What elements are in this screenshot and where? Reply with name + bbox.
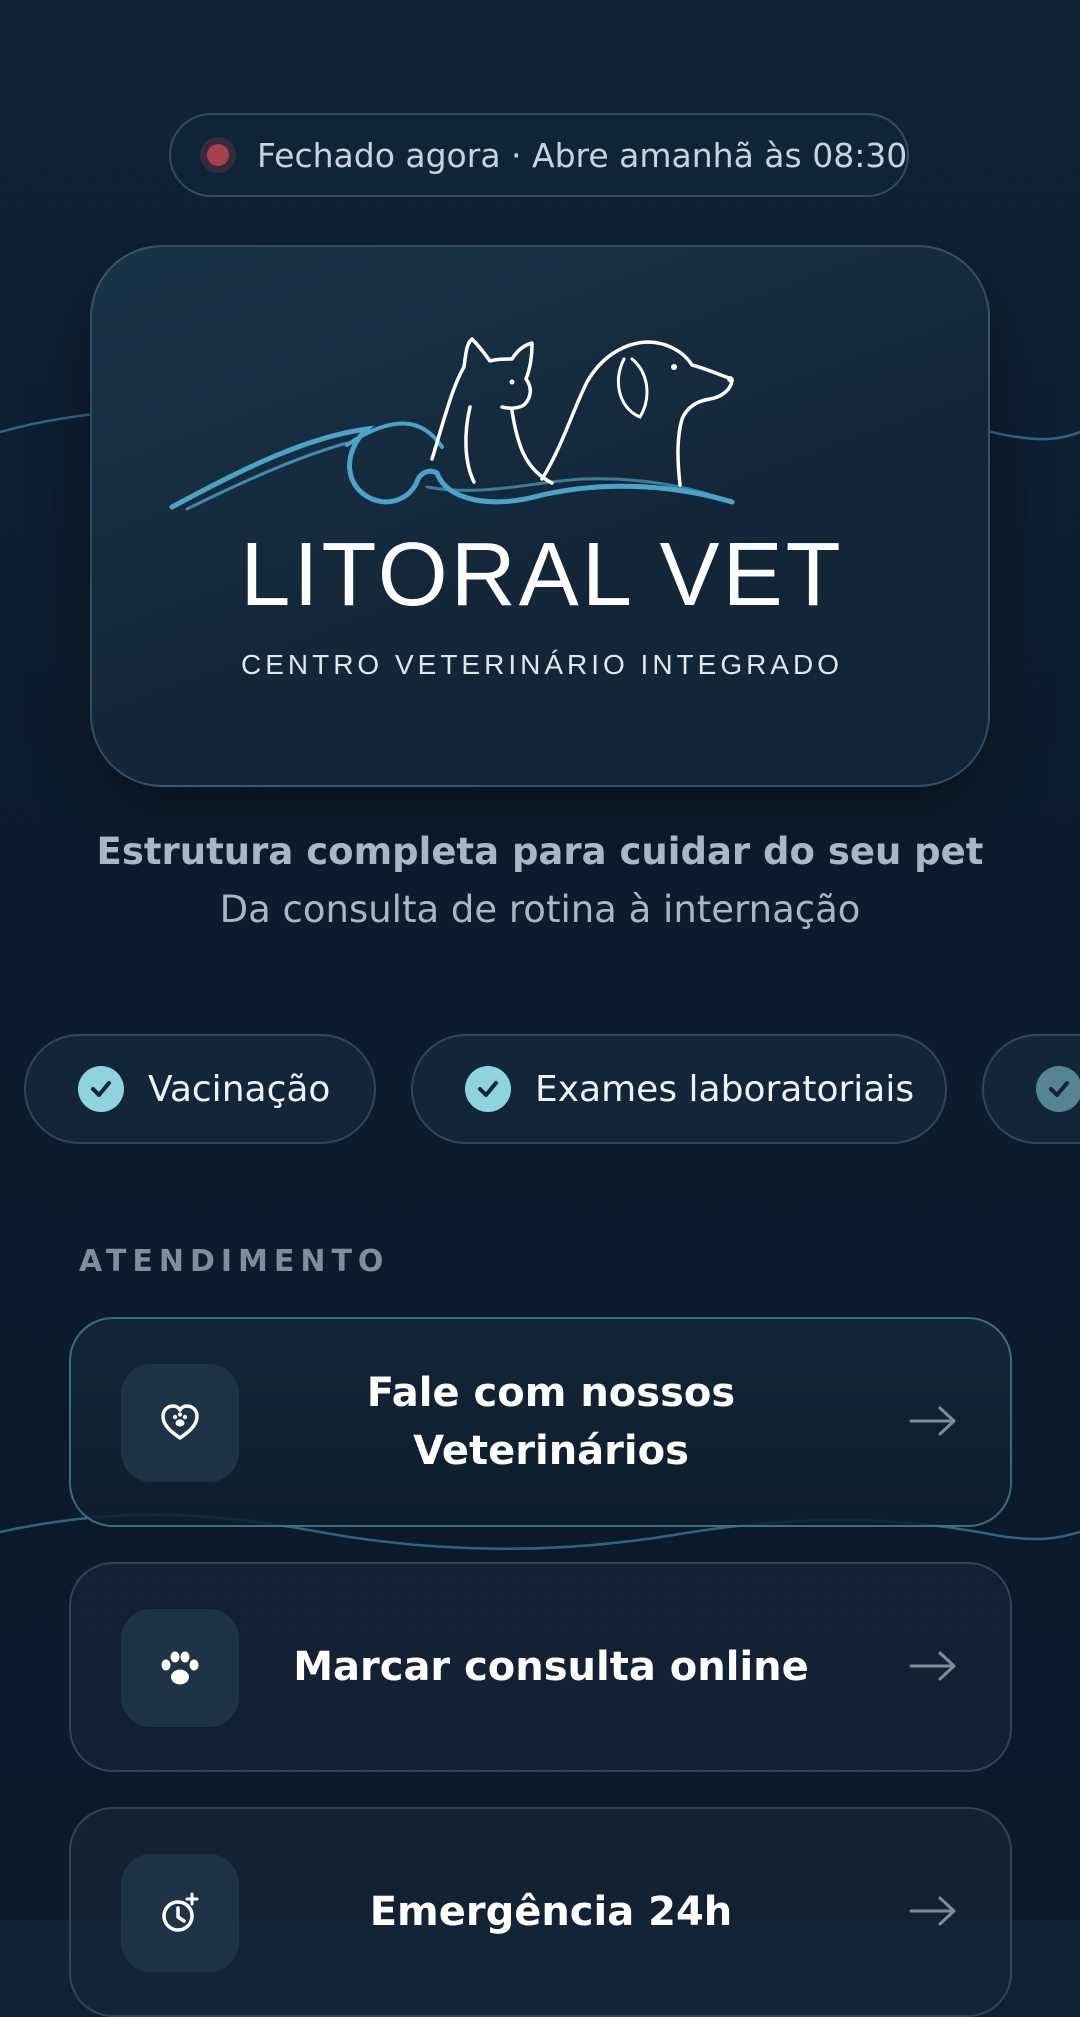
hero-headline: Estrutura completa para cuidar do seu pe… <box>96 830 984 873</box>
emergency-24h-button[interactable]: Emergência 24h <box>69 1807 1012 2017</box>
action-label: Fale com nossos Veterinários <box>366 1370 736 1474</box>
cat-dog-wave-logo <box>169 337 735 511</box>
arrow-right-icon <box>909 1406 956 1436</box>
chip-label: Vacinação <box>148 1068 331 1110</box>
opening-status-text: Fechado agora · Abre amanhã às 08:30 <box>257 135 908 175</box>
arrow-right-icon <box>909 1896 956 1926</box>
book-online-appointment-button[interactable]: Marcar consulta online <box>69 1562 1012 1772</box>
paw-icon <box>121 1609 239 1727</box>
hero-subheadline: Da consulta de rotina à internação <box>219 888 861 931</box>
service-chips: Vacinação Exames laboratoriais <box>0 1034 1080 1144</box>
chip-partial[interactable] <box>982 1034 1080 1144</box>
chip-label: Exames laboratoriais <box>535 1068 915 1110</box>
clinic-logo-card: LITORAL VET CENTRO VETERINÁRIO INTEGRADO <box>90 245 990 787</box>
arrow-right-icon <box>909 1651 956 1681</box>
heart-paw-icon <box>121 1364 239 1482</box>
clinic-name: LITORAL VET <box>240 525 844 625</box>
check-icon <box>465 1066 511 1112</box>
chip-exames-laboratoriais[interactable]: Exames laboratoriais <box>411 1034 947 1144</box>
closed-status-dot <box>207 144 229 166</box>
timer-icon <box>121 1854 239 1972</box>
talk-to-vets-button[interactable]: Fale com nossos Veterinários <box>69 1317 1012 1527</box>
check-icon <box>78 1066 124 1112</box>
check-icon <box>1036 1066 1080 1112</box>
action-label: Emergência 24h <box>369 1889 733 1935</box>
opening-status-badge: Fechado agora · Abre amanhã às 08:30 <box>169 113 909 197</box>
chip-vacinacao[interactable]: Vacinação <box>24 1034 376 1144</box>
action-label: Marcar consulta online <box>293 1644 809 1690</box>
clinic-tagline: CENTRO VETERINÁRIO INTEGRADO <box>240 649 844 680</box>
section-title-atendimento: ATENDIMENTO <box>79 1244 390 1279</box>
